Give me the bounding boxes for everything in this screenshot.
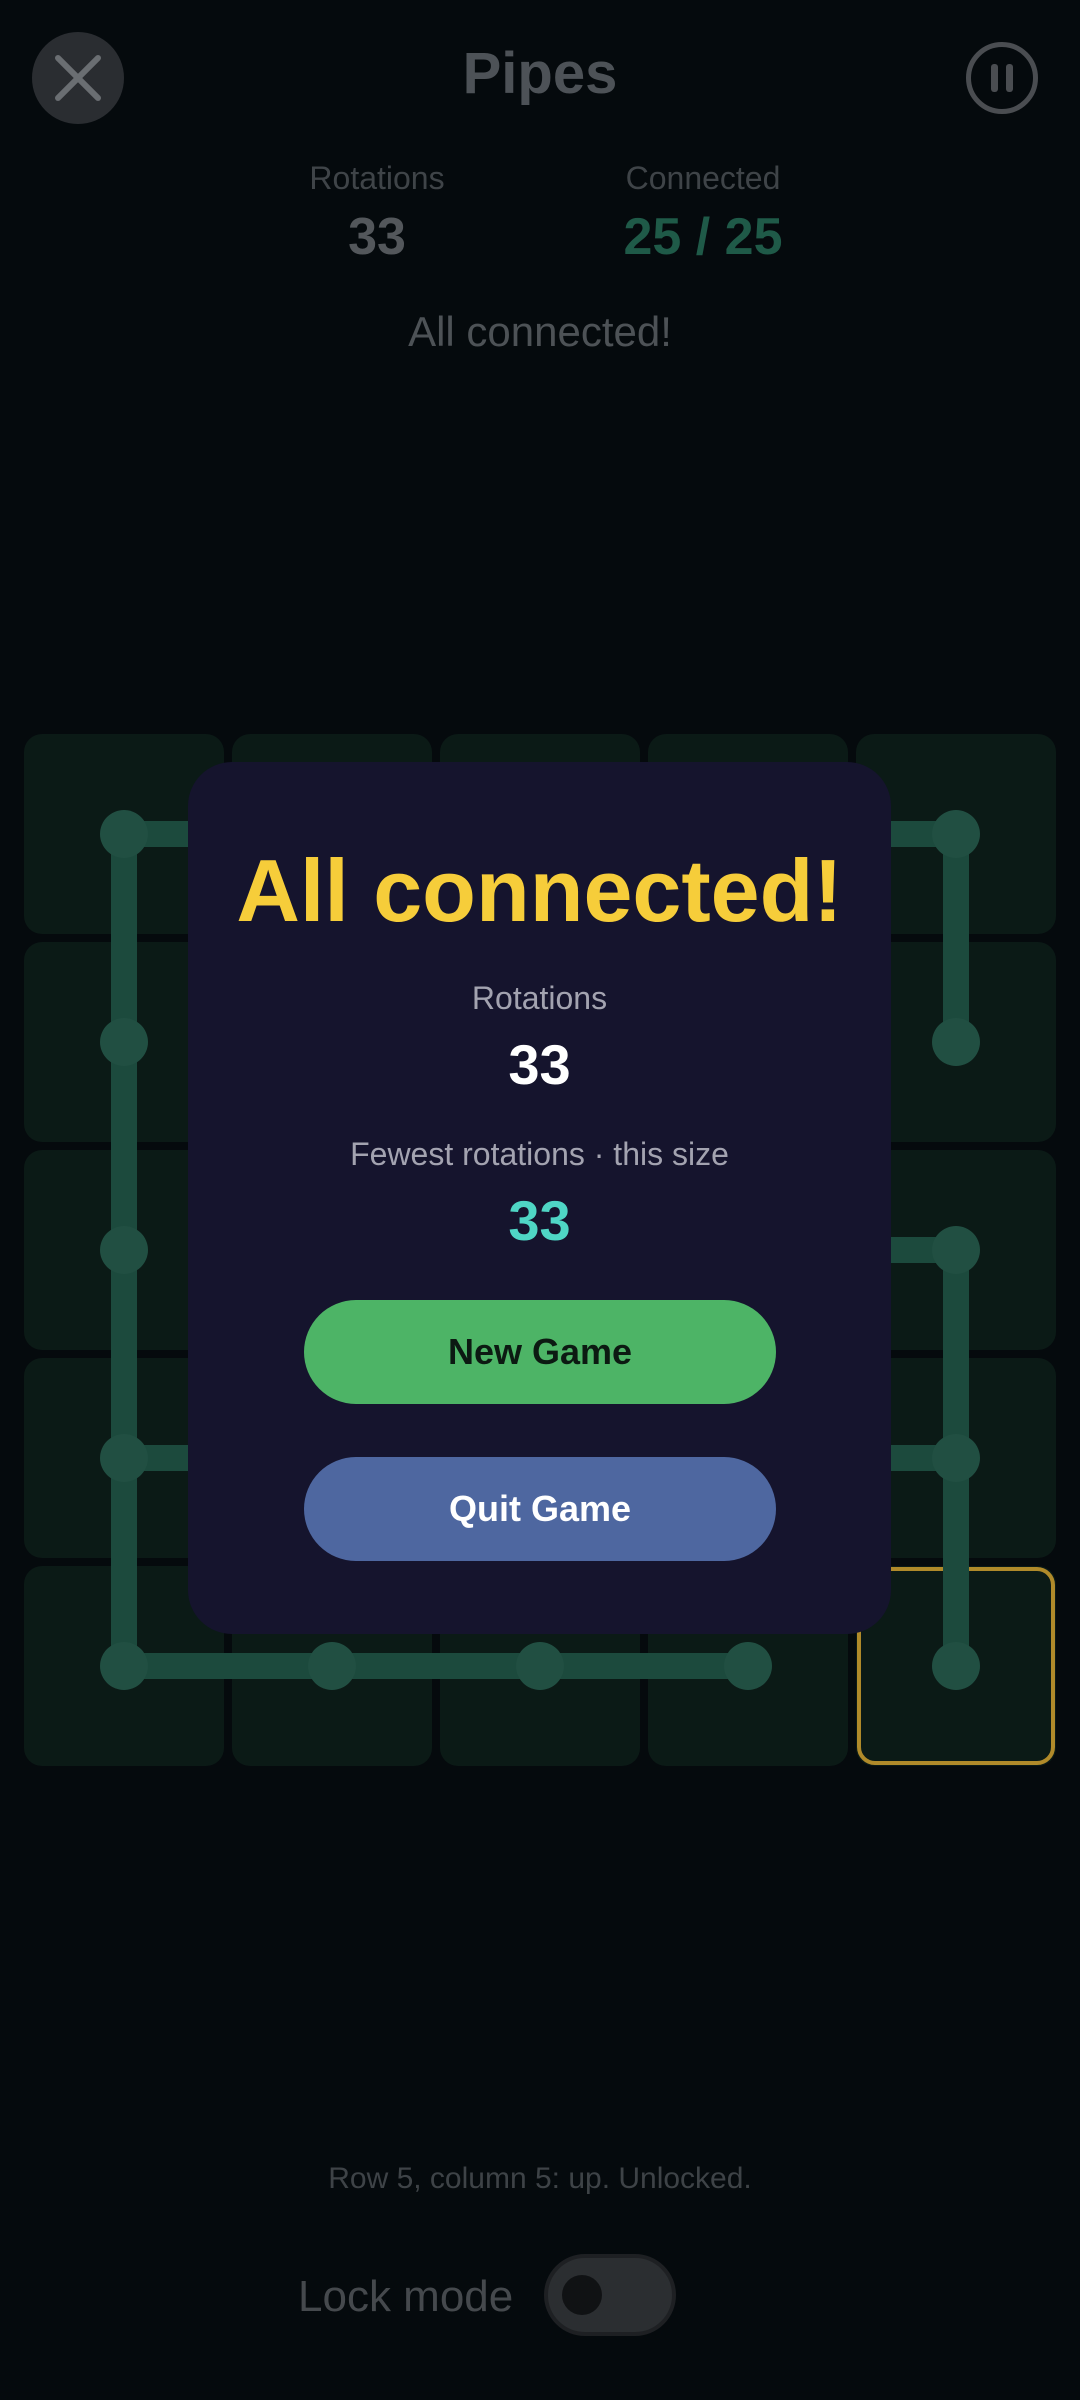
pipe-node <box>932 1226 980 1274</box>
pipe-node <box>308 1642 356 1690</box>
dialog-rotations-value: 33 <box>508 1033 571 1096</box>
lock-mode-toggle[interactable] <box>544 2254 676 2336</box>
lock-mode-label: Lock mode <box>298 2272 514 2321</box>
pipe-node <box>932 1434 980 1482</box>
pipe-node <box>100 1434 148 1482</box>
pipe-node <box>100 1226 148 1274</box>
dialog-best-value: 33 <box>508 1189 571 1252</box>
quit-game-button[interactable]: Quit Game <box>304 1457 776 1561</box>
pipe-node <box>724 1642 772 1690</box>
toggle-knob <box>562 2275 602 2315</box>
new-game-button[interactable]: New Game <box>304 1300 776 1404</box>
pipe-node <box>100 810 148 858</box>
pipe-node <box>516 1642 564 1690</box>
win-dialog: All connected! Rotations 33 Fewest rotat… <box>188 762 891 1634</box>
pipe-node <box>100 1642 148 1690</box>
pipe-node <box>932 810 980 858</box>
pipe-node <box>932 1018 980 1066</box>
pipe-node <box>932 1642 980 1690</box>
dialog-rotations-label: Rotations <box>471 980 608 1016</box>
pipe-node <box>100 1018 148 1066</box>
dialog-title: All connected! <box>236 841 843 940</box>
cell-status-text: Row 5, column 5: up. Unlocked. <box>328 2162 752 2195</box>
dialog-best-label: Fewest rotations · this size <box>350 1136 729 1172</box>
